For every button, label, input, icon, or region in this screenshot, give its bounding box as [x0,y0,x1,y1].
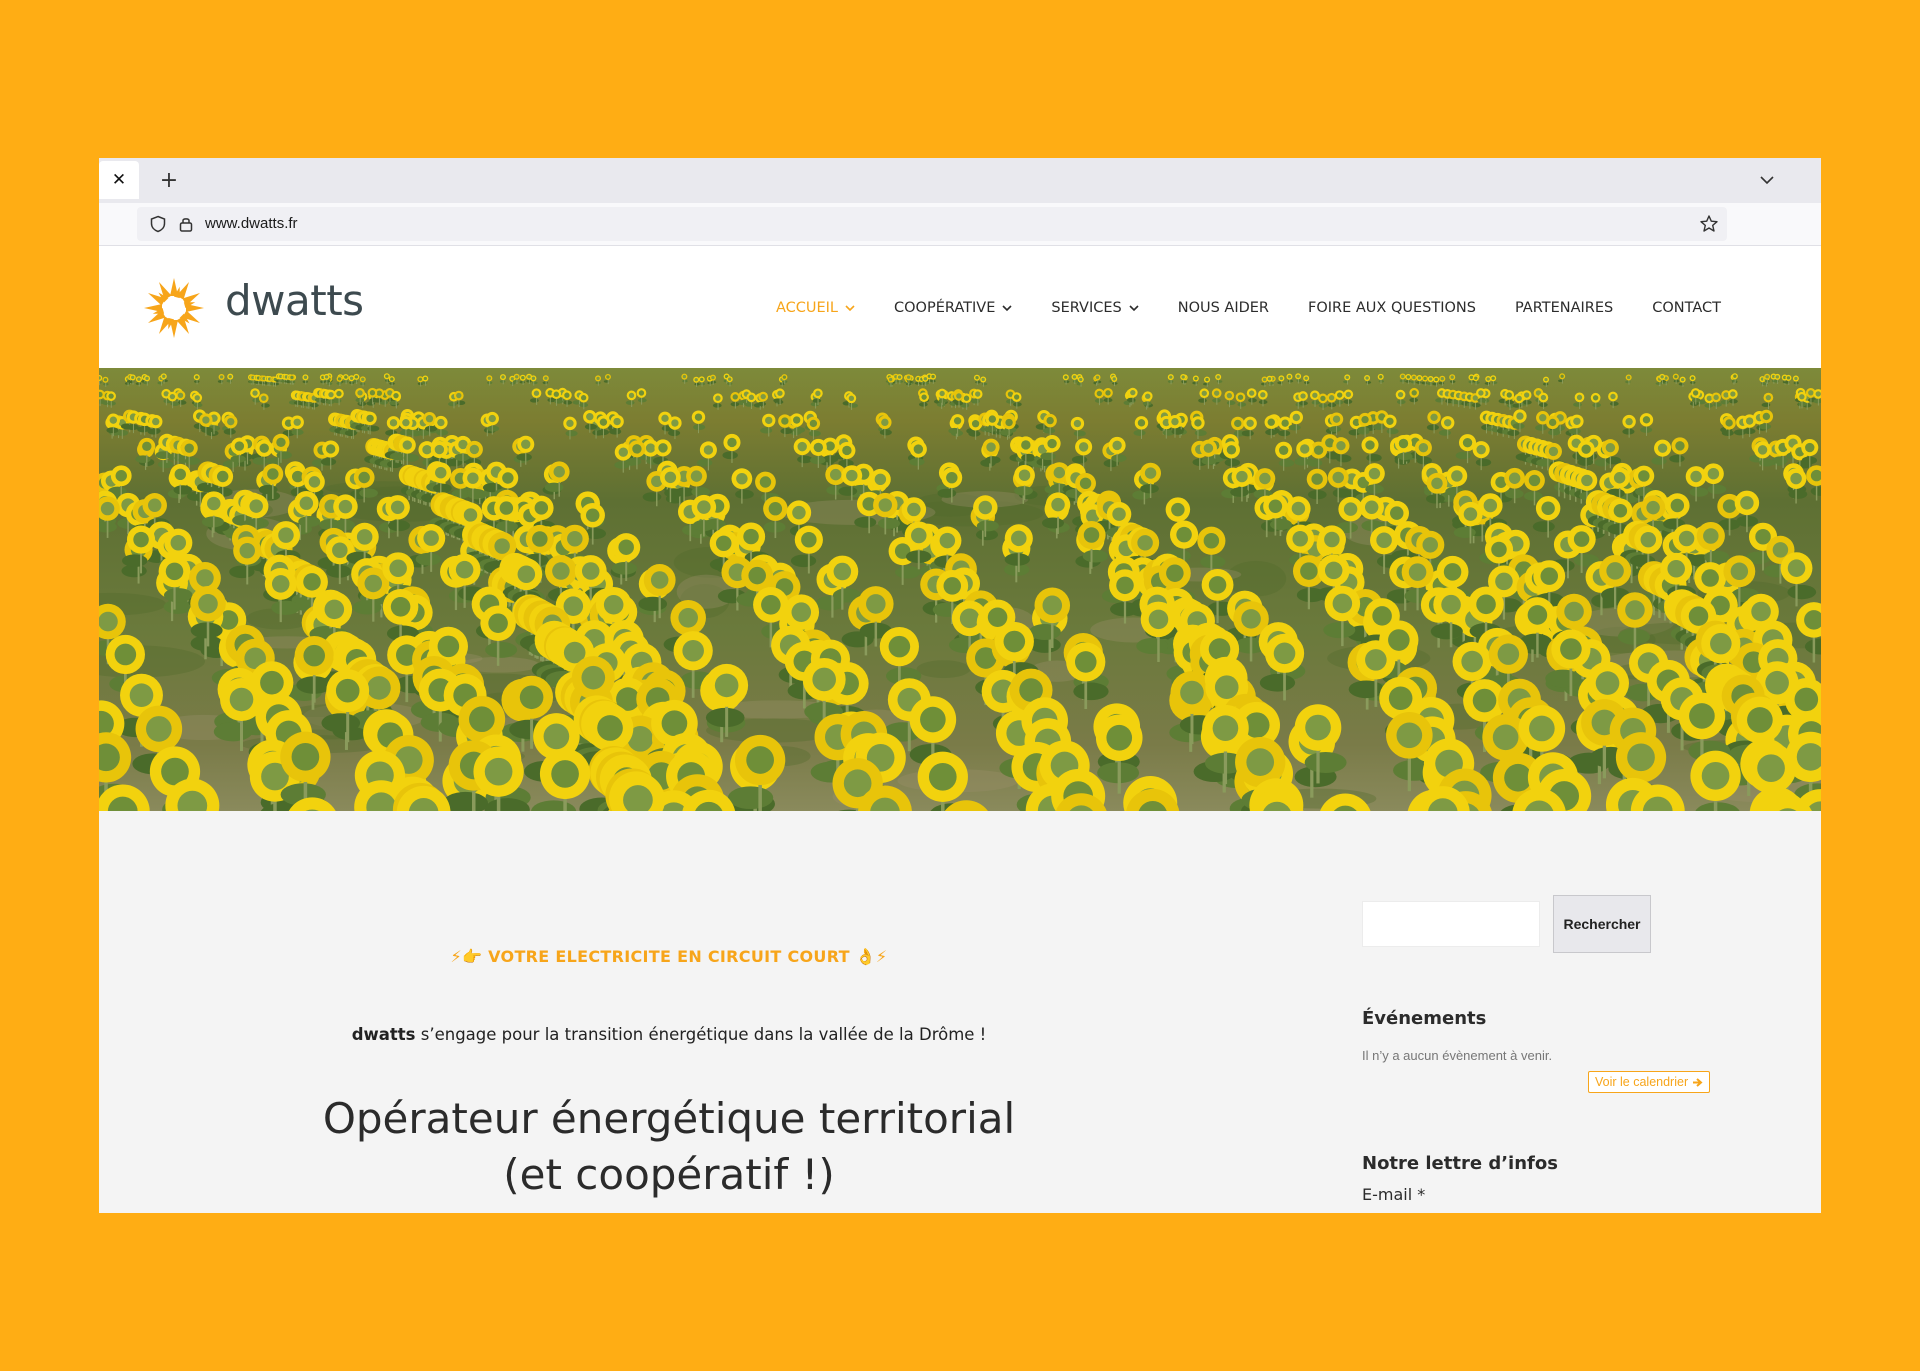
sunflower-field-drawing [99,373,1821,811]
intro-text: dwatts s’engage pour la transition énerg… [99,1025,1239,1044]
menu-item-nous-aider[interactable]: NOUS AIDER [1178,300,1269,316]
close-icon: ✕ [111,170,127,190]
search-button[interactable]: Rechercher [1553,895,1651,953]
main-menu: ACCUEIL COOPÉRATIVE SERVICES NOUS AIDER … [776,246,1721,369]
headline-line-2: (et coopératif !) [503,1150,835,1199]
events-title: Événements [1362,1008,1487,1029]
menu-item-cooperative[interactable]: COOPÉRATIVE [894,300,1012,316]
menu-item-contact[interactable]: CONTACT [1652,300,1721,316]
sunflower-field-image [99,368,1821,811]
list-tabs-button[interactable] [1755,168,1779,192]
chevron-down-icon [1002,304,1012,311]
menu-item-label: COOPÉRATIVE [894,299,996,316]
email-label: E-mail * [1362,1185,1426,1204]
tagline: ⚡👉 VOTRE ELECTRICITE EN CIRCUIT COURT 👌⚡ [450,947,888,966]
page-headline: Opérateur énergétique territorial (et co… [99,1091,1239,1203]
sun-logo-icon [144,278,204,338]
main-content: ⚡👉 VOTRE ELECTRICITE EN CIRCUIT COURT 👌⚡… [99,811,1821,1213]
intro-rest: s’engage pour la transition énergétique … [415,1025,987,1044]
chevron-down-icon [1129,304,1139,311]
view-calendar-button[interactable]: Voir le calendrier [1588,1071,1711,1093]
menu-item-label: FOIRE AUX QUESTIONS [1308,299,1476,316]
menu-item-label: PARTENAIRES [1514,299,1614,316]
close-tab-button[interactable]: ✕ [99,161,139,199]
navigation-bar: www.dwatts.fr [99,203,1821,246]
events-empty-message: Il n’y a aucun évènement à venir. [1362,1048,1553,1063]
browser-window: ✕ + www.dwatts.fr dwatts ACCUEIL COOPÉRA… [99,158,1821,1213]
menu-item-label: ACCUEIL [775,299,839,316]
headline-line-1: Opérateur énergétique territorial [322,1094,1016,1143]
tab-bar: ✕ + [99,158,1821,203]
menu-item-label: NOUS AIDER [1177,299,1270,316]
new-tab-button[interactable]: + [153,164,185,196]
menu-item-label: SERVICES [1051,299,1122,316]
site-logo[interactable]: dwatts [139,276,399,340]
chevron-down-icon [845,304,855,311]
arrow-right-icon [1693,1077,1703,1087]
url-bar[interactable]: www.dwatts.fr [137,207,1727,241]
chevron-down-icon [1760,176,1774,185]
plus-icon: + [159,167,179,193]
shield-icon[interactable] [149,215,167,233]
newsletter-title: Notre lettre d’infos [1362,1153,1558,1174]
menu-item-faq[interactable]: FOIRE AUX QUESTIONS [1308,300,1476,316]
menu-item-services[interactable]: SERVICES [1051,299,1139,316]
menu-item-partenaires[interactable]: PARTENAIRES [1515,300,1613,316]
menu-item-accueil[interactable]: ACCUEIL [776,300,855,316]
intro-brand: dwatts [351,1025,416,1044]
lock-icon[interactable] [177,215,195,233]
url-text[interactable]: www.dwatts.fr [205,215,298,232]
star-icon[interactable] [1699,214,1719,234]
search-input[interactable] [1362,901,1540,947]
menu-item-label: CONTACT [1652,299,1721,316]
view-calendar-label: Voir le calendrier [1595,1075,1689,1089]
logo-text: dwatts [225,276,364,325]
site-header: dwatts ACCUEIL COOPÉRATIVE SERVICES NOUS… [99,246,1821,369]
